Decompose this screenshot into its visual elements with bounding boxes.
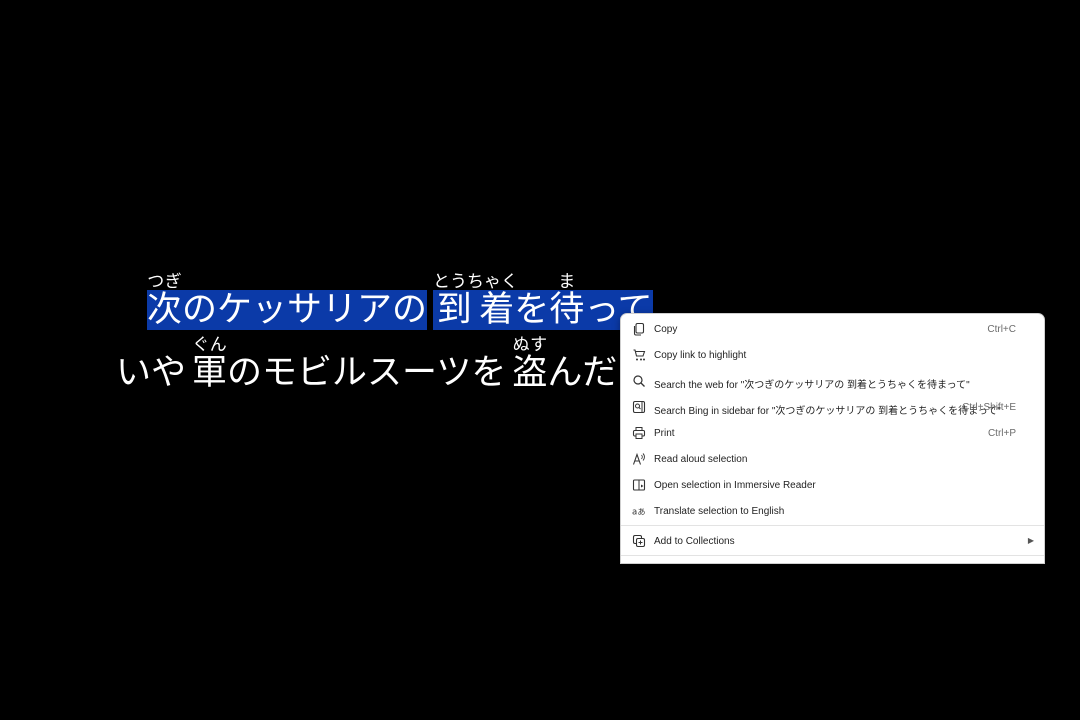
context-menu: Copy Ctrl+C Copy link to highlight Searc… — [620, 313, 1045, 564]
svg-text:あ: あ — [638, 508, 646, 517]
ruby-word-gun: 軍ぐん — [192, 335, 228, 393]
menu-divider — [621, 525, 1044, 526]
copy-icon — [632, 322, 646, 336]
ruby-word-touchaku: 到着とうちゃく — [433, 272, 519, 330]
search-icon — [632, 374, 646, 388]
menu-item-read-aloud[interactable]: Read aloud selection — [621, 446, 1044, 472]
menu-item-print[interactable]: Print Ctrl+P — [621, 420, 1044, 446]
menu-item-search-bing-sidebar[interactable]: Search Bing in sidebar for "次つぎのケッサリアの 到… — [621, 394, 1044, 420]
ruby-word-tsugi: 次つぎ — [147, 272, 183, 330]
immersive-reader-icon — [632, 478, 646, 492]
menu-divider — [621, 555, 1044, 556]
menu-item-copy-link-to-highlight[interactable]: Copy link to highlight — [621, 342, 1044, 368]
translate-icon: aあ — [632, 504, 646, 518]
sidebar-search-icon — [632, 400, 646, 414]
video-stage: 次つぎのケッサリアの 到着とうちゃくを待まって いや 軍ぐんのモビルスーツを 盗ぬすん… — [0, 0, 1080, 720]
read-aloud-icon — [632, 452, 646, 466]
menu-item-add-to-collections[interactable]: Add to Collections ▶ — [621, 528, 1044, 554]
menu-item-immersive-reader[interactable]: Open selection in Immersive Reader — [621, 472, 1044, 498]
subtitle-line-1[interactable]: 次つぎのケッサリアの 到着とうちゃくを待まって — [147, 272, 653, 330]
svg-text:a: a — [632, 508, 637, 518]
menu-item-search-web[interactable]: Search the web for "次つぎのケッサリアの 到着とうちゃくを待… — [621, 368, 1044, 394]
menu-item-copy[interactable]: Copy Ctrl+C — [621, 316, 1044, 342]
printer-icon — [632, 426, 646, 440]
link-highlight-icon — [632, 348, 646, 362]
collections-icon — [632, 534, 646, 548]
ruby-word-nusu: 盗ぬす — [512, 335, 548, 393]
subtitle-line-2[interactable]: いや軍ぐんのモビルスーツを盗ぬすんだ時と — [116, 335, 652, 391]
ruby-word-ma: 待ま — [549, 272, 585, 330]
submenu-arrow-icon: ▶ — [1027, 536, 1034, 545]
menu-item-translate[interactable]: aあ Translate selection to English — [621, 498, 1044, 524]
selection-highlight[interactable]: 次つぎのケッサリアの — [147, 272, 428, 330]
